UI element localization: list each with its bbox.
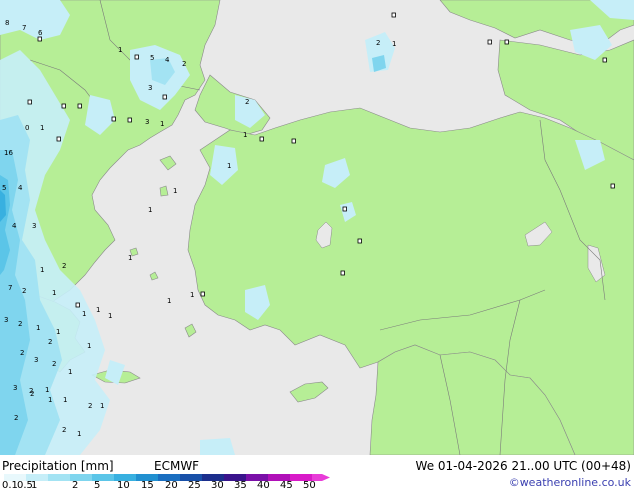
rain-amount-label: 1 [63, 396, 67, 404]
rain-amount-label: 3 [32, 222, 36, 230]
rain-amount-label: 7 [8, 284, 12, 292]
rain-amount-label: 2 [376, 39, 380, 47]
rain-amount-label: 1 [392, 40, 396, 48]
station-marker [487, 39, 492, 45]
rain-amount-label: 1 [40, 266, 44, 274]
rain-amount-label: 1 [56, 328, 60, 336]
rain-amount-label: 1 [243, 131, 247, 139]
footer-bar: Precipitation [mm] ECMWF We 01-04-2026 2… [0, 455, 634, 491]
rain-amount-label: 16 [4, 149, 13, 157]
station-marker [357, 238, 362, 244]
station-marker [75, 302, 80, 308]
rain-amount-label: 1 [82, 310, 86, 318]
legend-swatch [48, 474, 70, 481]
rain-amount-label: 2 [30, 390, 34, 398]
rain-amount-label: 3 [13, 384, 17, 392]
rain-amount-label: 1 [48, 396, 52, 404]
station-marker [340, 270, 345, 276]
station-marker [111, 116, 116, 122]
rain-amount-label: 1 [45, 386, 49, 394]
station-marker [342, 206, 347, 212]
rain-amount-label: 1 [36, 324, 40, 332]
rain-amount-label: 2 [14, 414, 18, 422]
station-marker [200, 291, 205, 297]
rain-amount-label: 3 [4, 316, 8, 324]
rain-amount-label: 4 [12, 222, 17, 230]
rain-amount-label: 6 [38, 29, 43, 37]
rain-amount-label: 4 [165, 56, 170, 64]
station-marker [61, 103, 66, 109]
station-marker [602, 57, 607, 63]
station-marker [134, 54, 139, 60]
rain-amount-label: 4 [18, 184, 23, 192]
rain-amount-label: 5 [150, 54, 154, 62]
credit-link[interactable]: ©weatheronline.co.uk [509, 476, 631, 490]
rain-amount-label: 5 [2, 184, 6, 192]
rain-amount-label: 3 [148, 84, 152, 92]
precipitation-map: 876514 230 12 12113 1164534217 2 133221 13 21 12 1… [0, 0, 634, 455]
rain-amount-label: 2 [18, 320, 22, 328]
station-marker [504, 39, 509, 45]
rain-amount-label: 1 [100, 402, 104, 410]
rain-amount-label: 1 [77, 430, 81, 438]
rain-amount-label: 2 [52, 360, 56, 368]
station-marker [291, 138, 296, 144]
station-marker [27, 99, 32, 105]
rain-amount-label: 1 [108, 312, 112, 320]
rain-amount-label: 7 [22, 24, 26, 32]
rain-amount-label: 1 [167, 297, 171, 305]
rain-amount-label: 1 [52, 289, 56, 297]
station-marker [127, 117, 132, 123]
rain-amount-label: 2 [62, 262, 66, 270]
station-marker [56, 136, 61, 142]
rain-amount-label: 1 [148, 206, 152, 214]
rain-amount-label: 0 [25, 124, 29, 132]
rain-amount-label: 2 [22, 287, 26, 295]
rain-amount-label: 1 [128, 254, 132, 262]
rain-amount-label: 2 [245, 98, 249, 106]
rain-amount-label: 8 [5, 19, 9, 27]
station-marker [162, 94, 167, 100]
station-marker [259, 136, 264, 142]
rain-amount-label: 1 [160, 120, 164, 128]
rain-amount-label: 1 [190, 291, 194, 299]
station-marker [610, 183, 615, 189]
rain-amount-label: 1 [40, 124, 44, 132]
valid-time: We 01-04-2026 21..00 UTC (00+48) [415, 459, 631, 473]
station-marker [391, 12, 396, 18]
station-marker [77, 103, 82, 109]
rain-amount-label: 1 [173, 187, 177, 195]
rain-amount-label: 2 [182, 60, 186, 68]
rain-amount-label: 2 [48, 338, 52, 346]
rain-amount-label: 1 [118, 46, 122, 54]
rain-amount-label: 1 [68, 368, 72, 376]
rain-amount-label: 1 [227, 162, 231, 170]
rain-amount-label: 3 [34, 356, 38, 364]
rain-amount-label: 3 [145, 118, 149, 126]
rain-amount-label: 2 [62, 426, 66, 434]
rain-amount-label: 1 [87, 342, 91, 350]
rain-amount-label: 1 [96, 306, 100, 314]
precip-area [200, 438, 235, 455]
model-name: ECMWF [154, 459, 200, 473]
station-marker [37, 36, 42, 42]
rain-amount-label: 2 [88, 402, 92, 410]
map-title: Precipitation [mm] [2, 459, 114, 473]
rain-amount-label: 2 [20, 349, 24, 357]
legend-arrow [322, 474, 330, 481]
